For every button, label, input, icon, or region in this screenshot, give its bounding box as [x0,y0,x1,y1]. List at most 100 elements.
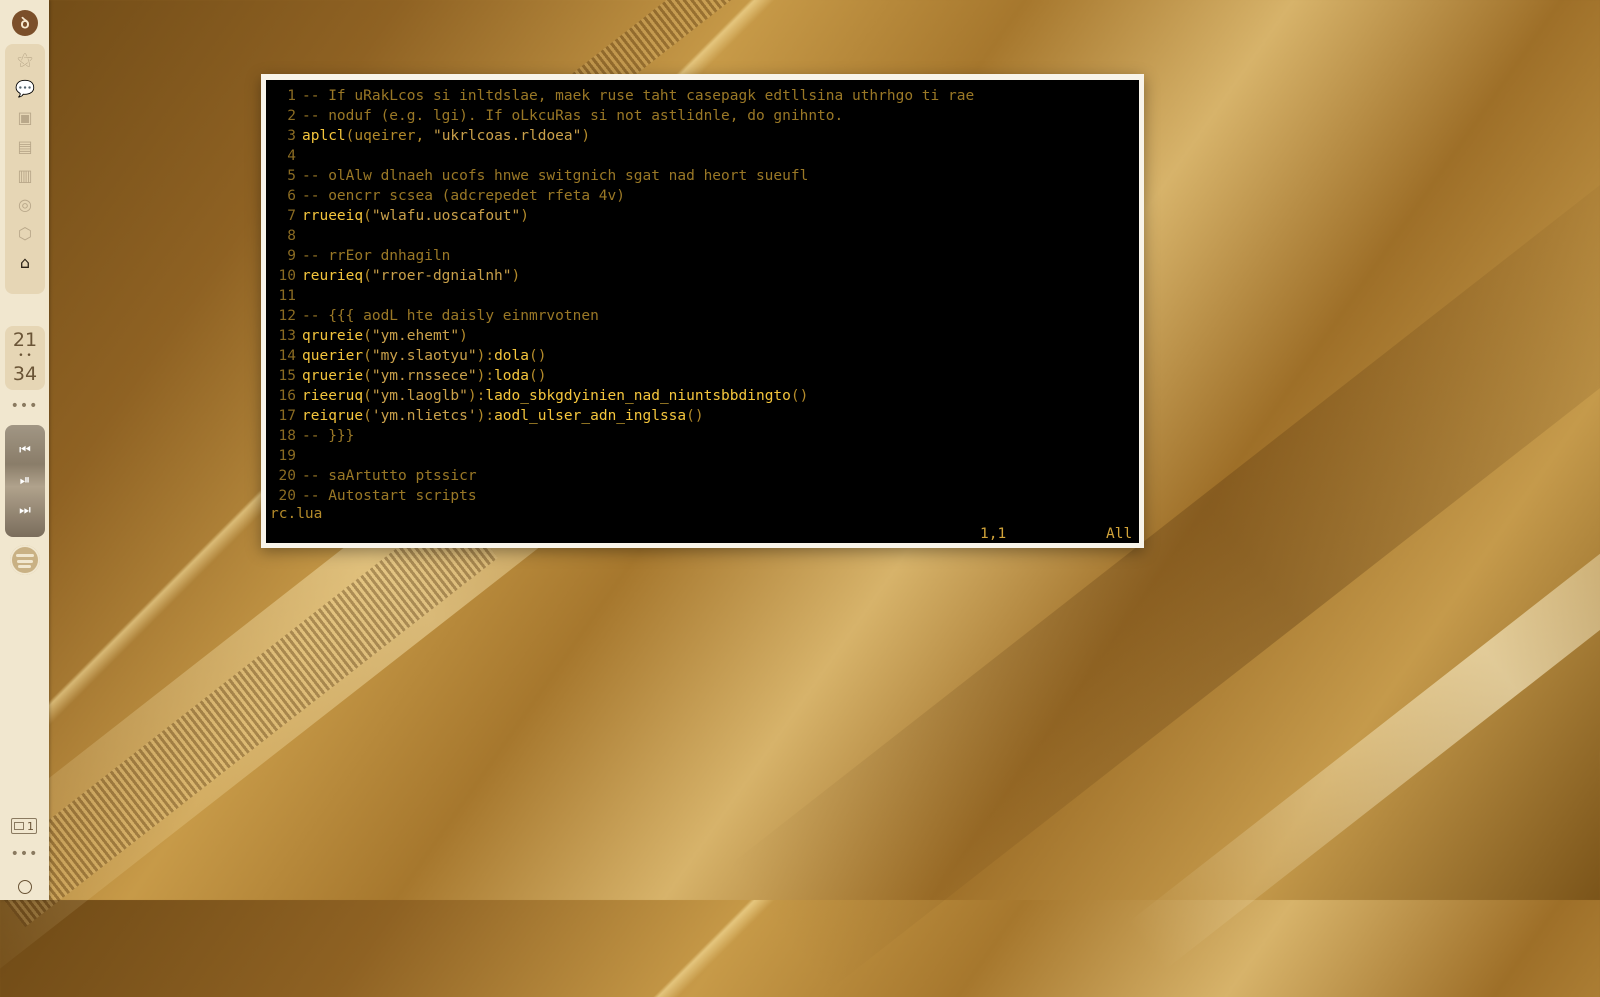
code-line[interactable]: 17 reiqrue('ym.nlietcs'):aodl_ulser_adn_i… [272,406,1132,426]
code-line[interactable]: 6 -- oencrr scsea (adcrepedet rfeta 4v) [272,186,1132,206]
code-token: ) [520,208,529,224]
code-token: aodl_ulser_adn_inglssa [494,408,687,424]
code-line[interactable]: 2 -- noduf (e.g. lgi). If oLkcuRas si not… [272,106,1132,126]
line-number: 13 [278,328,296,344]
code-view[interactable]: 1 -- If uRakLcos si inltdslae, maek ruse … [272,86,1132,506]
line-number: 15 [278,368,296,384]
chat-icon[interactable]: 💬 [5,75,45,103]
star-icon[interactable]: ⚝ [5,46,45,74]
line-number: 11 [278,288,296,304]
code-line[interactable]: 14 querier("my.slaotyu"):dola() [272,346,1132,366]
more-icon[interactable]: ••• [0,846,49,862]
code-token: ( [363,388,372,404]
code-token: -- {{{ aodL hte daisly einmrvotnen [302,308,599,324]
code-line[interactable]: 20 -- Autostart scripts [272,486,1132,506]
code-line[interactable]: 15 qruerie("ym.rnssece"):loda() [272,366,1132,386]
code-token: "ukrlcoas.rldoea" [432,128,582,144]
code-token: -- noduf (e.g. lgi). If oLkcuRas si not … [302,108,844,124]
line-number: 20 [278,488,296,504]
code-token: -- olAlw dlnaeh ucofs hnwe switgnich sga… [302,168,809,184]
code-token: ( [363,268,372,284]
code-token: loda [494,368,529,384]
line-number: 10 [278,268,296,284]
code-token: reiqrue [302,408,364,424]
code-token: -- saArtutto ptssicr [302,468,477,484]
line-number: 17 [278,408,296,424]
code-token: rieeruq [302,388,364,404]
code-token: () [790,388,809,404]
line-number: 19 [278,448,296,464]
clock-minute: 34 [12,363,38,385]
previous-track-icon[interactable]: ⏮ [5,441,45,461]
code-line[interactable]: 9 -- rrEor dnhagiln [272,246,1132,266]
code-token: ( [363,348,372,364]
sync-icon[interactable]: ◎ [5,191,45,219]
code-token: dola [494,348,529,364]
app-dock: ⚝ 💬 ▣ ▤ ▥ ◎ ⬡ ⌂ [5,44,45,294]
line-number: 3 [287,128,296,144]
code-token: ): [467,388,486,404]
code-line[interactable]: 8 [272,226,1132,246]
code-token: "wlafu.uoscafout" [371,208,521,224]
next-track-icon[interactable]: ⏭ [5,501,45,521]
clock: 21 • • 34 [5,326,45,390]
line-number: 16 [278,388,296,404]
wallpaper-band [1126,369,1600,971]
line-number: 18 [278,428,296,444]
code-token: aplcl [302,128,346,144]
code-token: ) [581,128,591,144]
cube-icon[interactable]: ⬡ [5,220,45,248]
code-token: () [529,368,547,384]
code-token: qrureie [302,328,364,344]
code-token: () [529,348,547,364]
scroll-position: All [1106,526,1133,542]
code-line[interactable]: 4 [272,146,1132,166]
spotify-icon[interactable] [10,545,40,575]
more-icon[interactable]: ••• [0,398,49,414]
code-token: qruerie [302,368,364,384]
workspace-indicator[interactable]: 1 [11,818,37,834]
code-token: ): [476,368,495,384]
home-icon[interactable]: ⌂ [5,249,45,277]
window-icon [14,822,24,830]
code-line[interactable]: 20 -- saArtutto ptssicr [272,466,1132,486]
play-pause-icon[interactable]: ⏯ [5,471,45,491]
code-line[interactable]: 13 qrureie("ym.ehemt") [272,326,1132,346]
line-number: 5 [287,168,296,184]
library-icon[interactable]: ▥ [5,162,45,190]
line-number: 12 [278,308,296,324]
clock-separator: • • [18,351,32,361]
code-line[interactable]: 5 -- olAlw dlnaeh ucofs hnwe switgnich sg… [272,166,1132,186]
code-line[interactable]: 16 rieeruq("ym.laoglb"):lado_sbkgdyinien_… [272,386,1132,406]
line-number: 4 [287,148,296,164]
code-line[interactable]: 18 -- }}} [272,426,1132,446]
code-line[interactable]: 12 -- {{{ aodL hte daisly einmrvotnen [272,306,1132,326]
power-icon[interactable] [18,880,32,894]
code-token: 'ym.nlietcs' [371,408,477,424]
code-token: rrueeiq [302,208,364,224]
code-line[interactable]: 3 aplcl(uqeirer, "ukrlcoas.rldoea") [272,126,1132,146]
line-number: 7 [287,208,296,224]
code-token: -- rrEor dnhagiln [302,248,451,264]
code-token: ( [363,368,372,384]
media-player: ⏮ ⏯ ⏭ [5,425,45,537]
code-token: ( [363,328,372,344]
gallery-icon[interactable]: ▤ [5,133,45,161]
code-token: -- oencrr scsea (adcrepedet rfeta 4v) [302,188,626,204]
wallpaper-stripes [0,502,498,928]
camera-icon[interactable]: ▣ [5,104,45,132]
code-token: lado_sbkgdyinien_nad_niuntsbbdingto [485,388,791,404]
sidebar: ꝺ ⚝ 💬 ▣ ▤ ▥ ◎ ⬡ ⌂ 21 • • 34 ••• ⏮ ⏯ ⏭ 1 … [0,0,49,900]
code-line[interactable]: 1 -- If uRakLcos si inltdslae, maek ruse … [272,86,1132,106]
terminal-window[interactable]: 1 -- If uRakLcos si inltdslae, maek ruse … [261,74,1144,548]
code-line[interactable]: 10 reurieq("rroer-dgnialnh") [272,266,1132,286]
code-token: ) [511,268,521,284]
code-line[interactable]: 11 [272,286,1132,306]
line-number: 2 [287,108,296,124]
code-line[interactable]: 7 rrueeiq("wlafu.uoscafout") [272,206,1132,226]
line-number: 9 [287,248,296,264]
code-token: querier [302,348,364,364]
launcher-logo-icon[interactable]: ꝺ [12,10,38,36]
code-line[interactable]: 19 [272,446,1132,466]
code-token: ( [363,408,372,424]
